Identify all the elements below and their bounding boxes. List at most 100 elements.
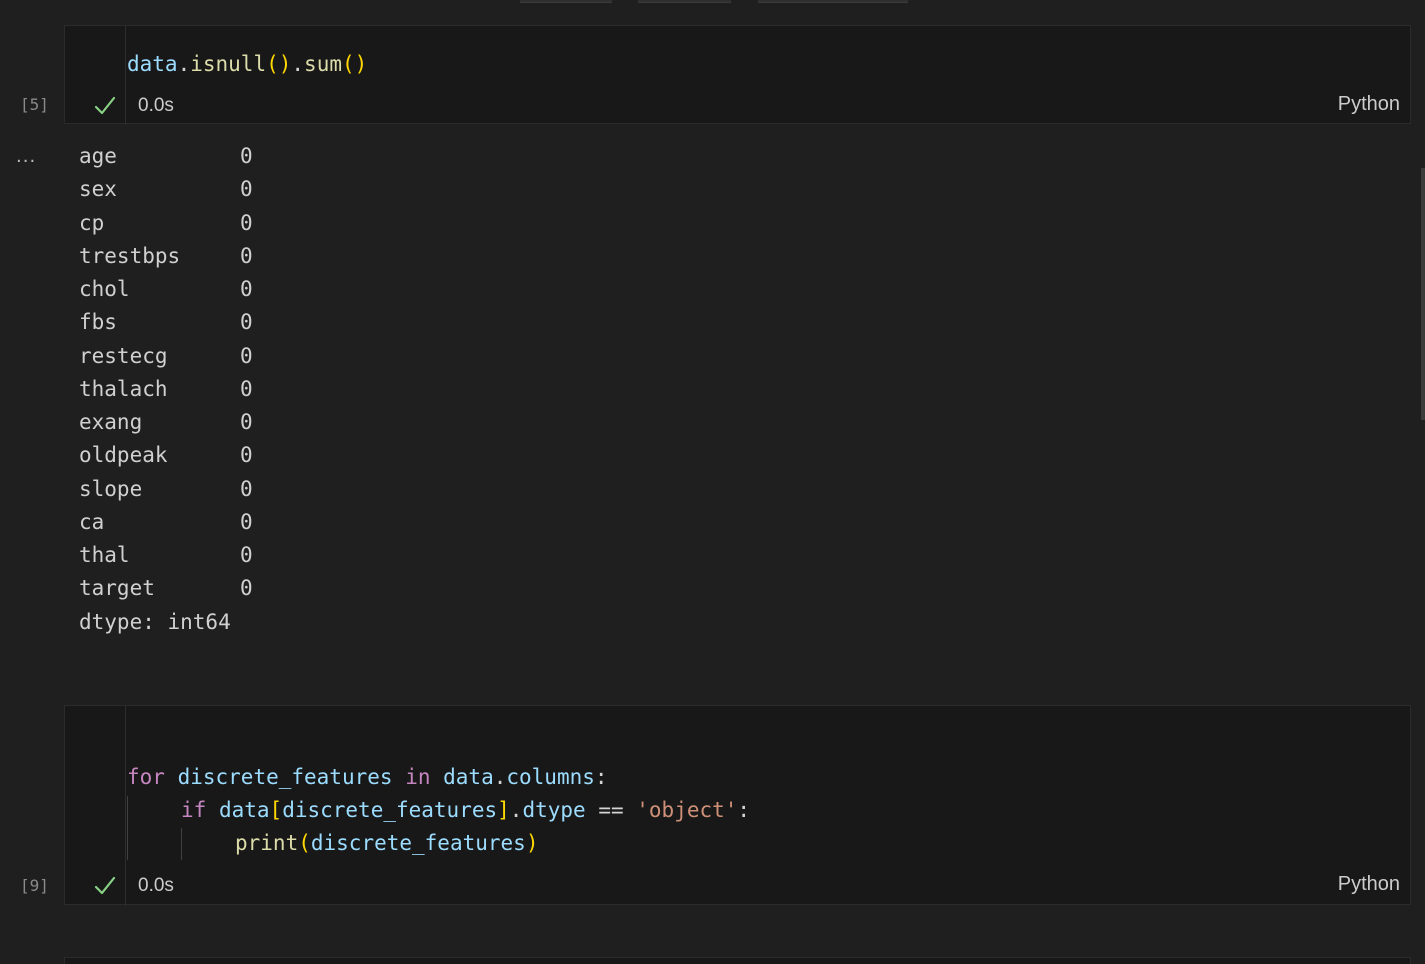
- null-count: 0: [240, 243, 253, 268]
- column-name: ca: [79, 509, 105, 534]
- toolbar-stub: [520, 0, 612, 3]
- code-token: if: [181, 798, 207, 822]
- indent-guide: [127, 796, 128, 860]
- null-count: 0: [240, 177, 253, 202]
- execution-time: 0.0s: [138, 875, 174, 896]
- code-token: for: [127, 765, 165, 789]
- null-count: 0: [240, 144, 253, 168]
- code-cell[interactable]: for discrete_features in data.columns: i…: [64, 705, 1411, 906]
- output-row: oldpeak 0: [79, 439, 253, 472]
- check-icon: [94, 96, 116, 115]
- cell-status-bar: 0.0s Python: [65, 873, 1410, 899]
- check-icon: [94, 876, 116, 895]
- null-count: 0: [240, 310, 253, 335]
- code-token: (): [341, 52, 368, 76]
- null-count: 0: [240, 410, 253, 434]
- dtype-line: dtype: int64: [79, 609, 231, 634]
- scrollbar-thumb[interactable]: [1421, 168, 1425, 420]
- execution-time: 0.0s: [138, 95, 174, 116]
- column-name: thal: [79, 543, 130, 567]
- code-token: discrete_features: [177, 765, 393, 789]
- code-token: :: [737, 798, 751, 822]
- code-token: columns: [506, 765, 595, 789]
- code-token: ]: [497, 798, 510, 822]
- code-line[interactable]: print(discrete_features): [235, 829, 538, 857]
- output-row: thalach 0: [79, 373, 253, 406]
- output-row: ca 0: [79, 506, 253, 539]
- code-cell[interactable]: [64, 957, 1411, 964]
- output-row: chol 0: [79, 273, 253, 306]
- toolbar-stub: [638, 0, 731, 3]
- code-line[interactable]: if data[discrete_features].dtype == 'obj…: [181, 796, 750, 824]
- null-count: 0: [240, 210, 253, 235]
- null-count: 0: [240, 509, 253, 534]
- code-token: in: [405, 765, 431, 789]
- language-picker[interactable]: Python: [1338, 93, 1400, 116]
- null-count: 0: [240, 343, 253, 368]
- column-name: trestbps: [79, 243, 181, 268]
- output-row: thal 0: [79, 539, 253, 572]
- column-name: cp: [79, 210, 105, 235]
- code-token: sum: [304, 52, 342, 76]
- null-count: 0: [240, 476, 253, 501]
- code-token: .: [493, 765, 507, 789]
- code-token: .: [509, 798, 523, 822]
- more-actions-icon[interactable]: ...: [16, 146, 36, 167]
- code-token: dtype: [522, 798, 586, 822]
- execution-count: [5]: [20, 95, 49, 114]
- null-count: 0: [240, 277, 253, 301]
- column-name: fbs: [79, 310, 117, 335]
- output-row: fbs 0: [79, 306, 253, 339]
- column-name: slope: [79, 476, 143, 501]
- output-row: restecg 0: [79, 340, 253, 373]
- code-token: (): [266, 52, 292, 76]
- cell-output: age 0 sex 0 cp 0 trestbps 0 chol 0 fbs 0 reste…: [79, 140, 253, 639]
- null-count: 0: [240, 576, 253, 601]
- code-token: data: [218, 798, 270, 822]
- column-name: restecg: [79, 343, 168, 368]
- code-token: .: [177, 52, 191, 76]
- code-token: discrete_features: [282, 798, 498, 822]
- cell-status-bar: 0.0s Python: [65, 93, 1410, 119]
- column-name: thalach: [79, 376, 168, 401]
- output-row: exang 0: [79, 406, 253, 439]
- null-count: 0: [240, 443, 253, 468]
- code-token: discrete_features: [310, 831, 526, 855]
- code-token: [: [269, 798, 283, 822]
- code-token: :: [594, 765, 608, 789]
- code-token: 'object': [636, 798, 738, 822]
- code-line[interactable]: for discrete_features in data.columns:: [127, 763, 608, 791]
- code-cell[interactable]: data.isnull().sum() 0.0s Python: [64, 25, 1411, 125]
- null-count: 0: [240, 376, 253, 401]
- column-name: target: [79, 576, 155, 601]
- code-token: data: [127, 52, 178, 76]
- output-row: age 0: [79, 140, 253, 173]
- toolbar-stub: [758, 0, 908, 3]
- output-row: cp 0: [79, 207, 253, 240]
- output-row: target 0: [79, 572, 253, 605]
- code-token: ): [525, 831, 539, 855]
- output-row: slope 0: [79, 473, 253, 506]
- code-token: (: [298, 831, 311, 855]
- column-name: sex: [79, 177, 117, 202]
- code-line[interactable]: data.isnull().sum(): [127, 50, 367, 78]
- language-picker[interactable]: Python: [1338, 873, 1400, 896]
- column-name: age: [79, 144, 117, 168]
- code-token: ==: [598, 798, 624, 822]
- output-row: sex 0: [79, 173, 253, 206]
- code-token: .: [291, 52, 305, 76]
- code-token: print: [235, 831, 299, 855]
- code-token: data: [443, 765, 494, 789]
- execution-count: [9]: [20, 876, 49, 895]
- column-name: chol: [79, 277, 130, 301]
- code-token: isnull: [190, 52, 267, 76]
- indent-guide: [181, 828, 182, 860]
- output-row: trestbps 0: [79, 240, 253, 273]
- column-name: exang: [79, 410, 143, 434]
